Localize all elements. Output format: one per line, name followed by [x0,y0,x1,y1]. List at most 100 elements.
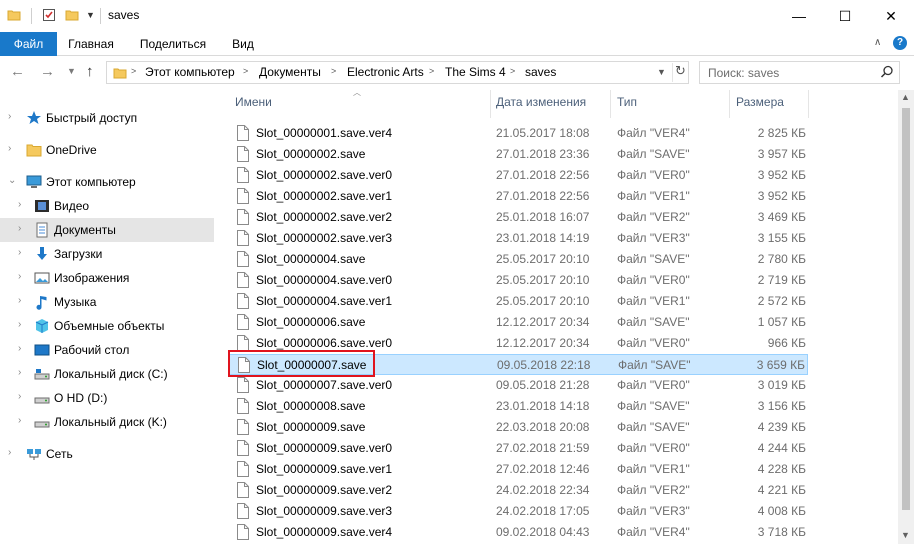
chevron-right-icon[interactable]: > [510,66,515,76]
file-date: 25.05.2017 20:10 [496,273,590,287]
column-header-name[interactable]: Имени [235,90,272,114]
tab-file[interactable]: Файл [0,32,57,56]
file-row[interactable]: Slot_00000007.save.ver0 09.05.2018 21:28 Ф… [228,375,808,396]
back-arrow-icon[interactable]: ← [10,63,25,80]
nav-item-drive-d[interactable]: › O HD (D:) [0,386,214,410]
file-row[interactable]: Slot_00000009.save.ver0 27.02.2018 21:59 Ф… [228,438,808,459]
nav-item-video[interactable]: › Видео [0,194,214,218]
file-row[interactable]: Slot_00000002.save.ver0 27.01.2018 22:56 Ф… [228,165,808,186]
pane-splitter[interactable] [214,90,228,544]
column-header-type[interactable]: Тип [617,90,637,114]
ribbon-expand-icon[interactable]: ∧ [874,37,881,48]
nav-item-downloads[interactable]: › Загрузки [0,242,214,266]
scroll-thumb[interactable] [902,108,910,510]
file-row[interactable]: Slot_00000009.save.ver4 09.02.2018 04:43 Ф… [228,522,808,543]
expand-icon[interactable]: › [18,199,21,210]
tab-share[interactable]: Поделиться [132,32,214,56]
maximize-button[interactable]: ☐ [822,0,868,32]
nav-item-documents[interactable]: › Документы [0,218,214,242]
expand-icon[interactable]: › [18,415,21,426]
file-row[interactable]: Slot_00000009.save.ver2 24.02.2018 22:34 Ф… [228,480,808,501]
expand-icon[interactable]: › [18,367,21,378]
nav-item-onedrive[interactable]: › OneDrive [0,138,214,162]
nav-item-images[interactable]: › Изображения [0,266,214,290]
tab-view[interactable]: Вид [223,32,263,56]
chevron-right-icon[interactable]: > [131,66,136,76]
minimize-button[interactable]: — [776,0,822,32]
close-button[interactable]: ✕ [868,0,914,32]
search-input[interactable]: Поиск: saves [699,61,900,84]
nav-item-network[interactable]: › Сеть [0,442,214,466]
nav-item-drive-k[interactable]: › Локальный диск (K:) [0,410,214,434]
column-header-size[interactable]: Размера [736,90,784,114]
scroll-up-icon[interactable]: ▲ [901,92,910,102]
column-divider[interactable] [490,90,491,118]
chevron-right-icon[interactable]: > [429,66,434,76]
file-row[interactable]: Slot_00000009.save.ver1 27.02.2018 12:46 Ф… [228,459,808,480]
column-header-date[interactable]: Дата изменения [496,90,586,114]
address-bar[interactable]: > Этот компьютер > Документы > Electroni… [106,61,689,84]
nav-item-drive-c[interactable]: › Локальный диск (C:) [0,362,214,386]
expand-icon[interactable]: › [8,111,11,122]
nav-item-music[interactable]: › Музыка [0,290,214,314]
help-icon[interactable]: ? [893,36,907,50]
file-type: Файл "VER1" [617,189,690,203]
nav-item-3d-objects[interactable]: › Объемные объекты [0,314,214,338]
recent-locations-icon[interactable]: ▼ [67,66,76,76]
nav-item-desktop[interactable]: › Рабочий стол [0,338,214,362]
chevron-right-icon[interactable]: > [331,66,336,76]
chevron-right-icon[interactable]: > [243,66,248,76]
file-type: Файл "VER3" [617,231,690,245]
file-row[interactable]: Slot_00000009.save 22.03.2018 20:08 Файл "… [228,417,808,438]
breadcrumb-this-pc[interactable]: Этот компьютер [145,65,235,79]
expand-icon[interactable]: › [8,447,11,458]
file-row[interactable]: Slot_00000004.save.ver0 25.05.2017 20:10 Ф… [228,270,808,291]
column-divider[interactable] [729,90,730,118]
expand-icon[interactable]: › [18,247,21,258]
customize-toolbar-icon[interactable]: ▼ [86,10,95,20]
file-row[interactable]: Slot_00000001.save.ver4 21.05.2017 18:08 Ф… [228,123,808,144]
file-icon [237,146,249,165]
file-row[interactable]: Slot_00000002.save.ver2 25.01.2018 16:07 Ф… [228,207,808,228]
file-icon [237,251,249,270]
expand-icon[interactable]: › [8,143,11,154]
up-arrow-icon[interactable]: ↑ [86,63,94,80]
file-type: Файл "SAVE" [617,420,690,434]
file-row[interactable]: Slot_00000009.save.ver3 24.02.2018 17:05 Ф… [228,501,808,522]
column-divider[interactable] [808,90,809,118]
expand-icon[interactable]: › [18,223,21,234]
file-row[interactable]: Slot_00000004.save 25.05.2017 20:10 Файл "… [228,249,808,270]
breadcrumb-documents[interactable]: Документы [259,65,321,79]
scroll-down-icon[interactable]: ▼ [901,530,910,540]
file-row[interactable]: Slot_00000004.save.ver1 25.05.2017 20:10 Ф… [228,291,808,312]
forward-arrow-icon[interactable]: → [40,63,55,80]
collapse-icon[interactable]: ⌄ [8,175,16,186]
vertical-scrollbar[interactable]: ▲ ▼ [898,90,914,544]
expand-icon[interactable]: › [18,295,21,306]
address-history-icon[interactable]: ▼ [657,67,666,77]
column-divider[interactable] [610,90,611,118]
file-date: 09.05.2018 22:18 [497,358,591,372]
expand-icon[interactable]: › [18,391,21,402]
tab-home[interactable]: Главная [60,32,122,56]
refresh-icon[interactable]: ↻ [672,63,688,82]
file-type: Файл "SAVE" [617,252,690,266]
file-row[interactable]: Slot_00000008.save 23.01.2018 14:18 Файл "… [228,396,808,417]
breadcrumb-electronic-arts[interactable]: Electronic Arts [347,65,424,79]
file-row[interactable]: Slot_00000002.save.ver1 27.01.2018 22:56 Ф… [228,186,808,207]
expand-icon[interactable]: › [18,271,21,282]
nav-item-quick-access[interactable]: › Быстрый доступ [0,106,214,130]
new-folder-icon[interactable] [65,8,79,22]
file-name: Slot_00000009.save.ver2 [256,483,393,497]
file-type: Файл "VER0" [617,336,690,350]
expand-icon[interactable]: › [18,319,21,330]
search-icon[interactable] [880,65,894,82]
breadcrumb-saves[interactable]: saves [525,65,556,79]
file-row[interactable]: Slot_00000002.save 27.01.2018 23:36 Файл "… [228,144,808,165]
properties-icon[interactable] [42,8,56,22]
file-row[interactable]: Slot_00000002.save.ver3 23.01.2018 14:19 Ф… [228,228,808,249]
expand-icon[interactable]: › [18,343,21,354]
file-row[interactable]: Slot_00000006.save 12.12.2017 20:34 Файл "… [228,312,808,333]
breadcrumb-the-sims-4[interactable]: The Sims 4 [445,65,506,79]
nav-item-this-pc[interactable]: ⌄ Этот компьютер [0,170,214,194]
